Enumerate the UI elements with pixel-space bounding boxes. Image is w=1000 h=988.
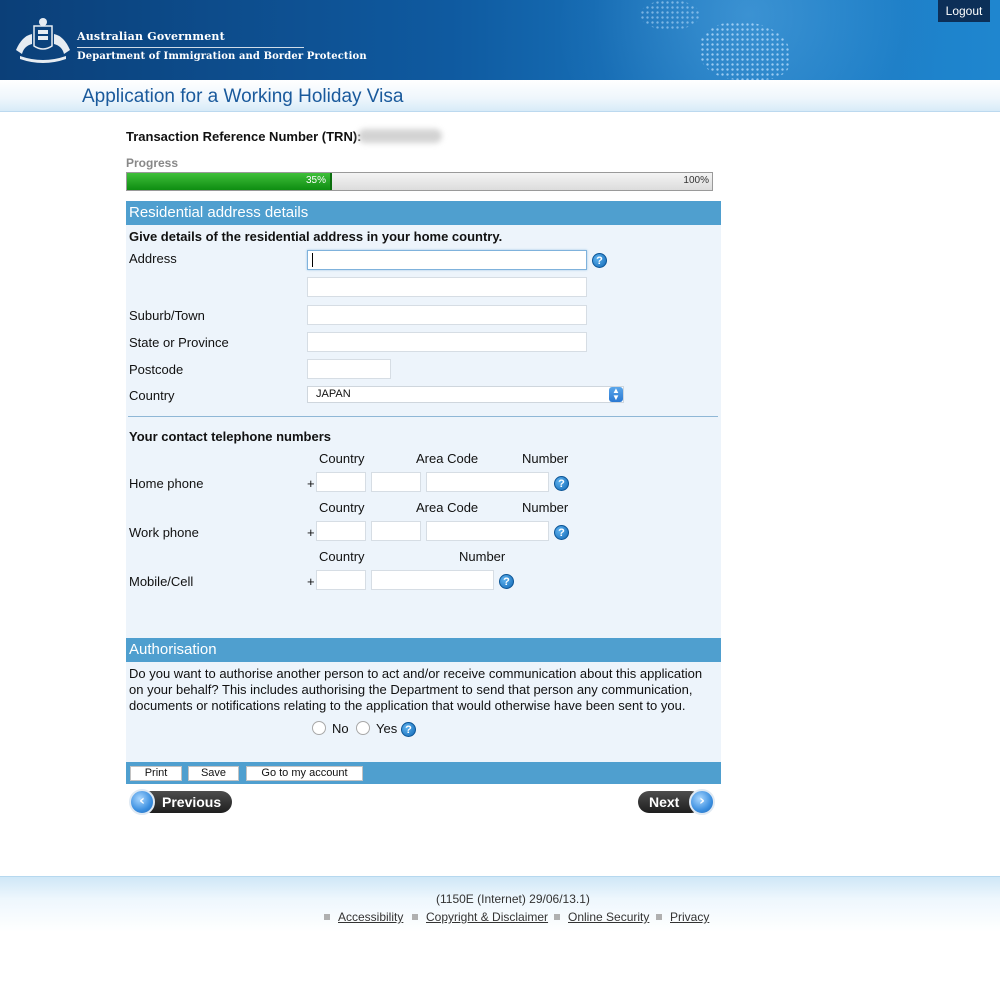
plus-sign: + [307, 574, 315, 589]
state-input[interactable] [307, 332, 587, 352]
home-area-input[interactable] [371, 472, 421, 492]
authorise-yes-label[interactable]: Yes [376, 721, 397, 736]
state-label: State or Province [129, 335, 229, 350]
government-name: Australian Government [77, 30, 225, 43]
home-number-input[interactable] [426, 472, 549, 492]
work-number-input[interactable] [426, 521, 549, 541]
footer-bullet [554, 914, 560, 920]
work-phone-label: Work phone [129, 525, 199, 540]
header-divider [77, 47, 304, 48]
arrow-left-icon[interactable]: ‹ [129, 789, 155, 815]
work-area-input[interactable] [371, 521, 421, 541]
help-icon[interactable]: ? [592, 253, 607, 268]
arrow-right-icon[interactable]: › [689, 789, 715, 815]
text-cursor [312, 253, 313, 267]
help-icon[interactable]: ? [499, 574, 514, 589]
trn-label: Transaction Reference Number (TRN): [126, 129, 362, 144]
country-select-value: JAPAN [316, 388, 351, 400]
help-icon[interactable]: ? [401, 722, 416, 737]
site-header: Australian Government Department of Immi… [0, 0, 1000, 80]
address-line1-input[interactable] [307, 250, 587, 270]
home-number-col: Number [522, 451, 569, 466]
suburb-input[interactable] [307, 305, 587, 325]
go-to-account-button[interactable]: Go to my account [246, 766, 363, 781]
authorisation-question: Do you want to authorise another person … [129, 666, 703, 713]
footer-link-security[interactable]: Online Security [568, 910, 649, 924]
mobile-country-input[interactable] [316, 570, 366, 590]
progress-bar: 35% 100% [126, 172, 713, 191]
authorise-no-radio[interactable] [312, 721, 326, 735]
work-area-col: Area Code [416, 500, 479, 515]
home-phone-label: Home phone [129, 476, 204, 491]
postcode-label: Postcode [129, 362, 184, 377]
progress-value: 35% [306, 175, 327, 186]
postcode-input[interactable] [307, 359, 391, 379]
footer-link-accessibility[interactable]: Accessibility [338, 910, 403, 924]
plus-sign: + [307, 525, 315, 540]
mobile-country-col: Country [319, 549, 365, 564]
country-select[interactable]: JAPAN ▲ ▼ [307, 386, 624, 403]
section-divider [128, 416, 718, 417]
save-button[interactable]: Save [188, 766, 239, 781]
help-icon[interactable]: ? [554, 525, 569, 540]
authorise-yes-radio[interactable] [356, 721, 370, 735]
work-number-col: Number [522, 500, 569, 515]
logout-button[interactable]: Logout [938, 0, 990, 22]
progress-max: 100% [683, 175, 709, 186]
residential-address-heading: Residential address details [126, 201, 721, 225]
home-area-col: Area Code [416, 451, 479, 466]
print-button[interactable]: Print [130, 766, 182, 781]
footer-link-copyright[interactable]: Copyright & Disclaimer [426, 910, 548, 924]
footer-bullet [656, 914, 662, 920]
suburb-label: Suburb/Town [129, 308, 205, 323]
mobile-number-col: Number [459, 549, 506, 564]
page-title: Application for a Working Holiday Visa [82, 86, 404, 107]
select-arrows-icon: ▲ ▼ [609, 387, 623, 402]
phone-heading: Your contact telephone numbers [129, 429, 332, 444]
trn-value-redacted [358, 129, 442, 143]
authorisation-heading: Authorisation [126, 638, 721, 662]
authorise-no-label[interactable]: No [332, 721, 349, 736]
home-country-col: Country [319, 451, 365, 466]
footer-bullet [412, 914, 418, 920]
country-label: Country [129, 388, 175, 403]
address-label: Address [129, 251, 177, 266]
work-country-input[interactable] [316, 521, 366, 541]
footer-link-privacy[interactable]: Privacy [670, 910, 709, 924]
mobile-number-input[interactable] [371, 570, 494, 590]
address-line2-input[interactable] [307, 277, 587, 297]
department-name: Department of Immigration and Border Pro… [77, 51, 367, 62]
map-dots-graphic [640, 0, 700, 30]
footer-bullet [324, 914, 330, 920]
work-country-col: Country [319, 500, 365, 515]
home-country-input[interactable] [316, 472, 366, 492]
progress-fill [127, 173, 332, 190]
help-icon[interactable]: ? [554, 476, 569, 491]
plus-sign: + [307, 476, 315, 491]
address-instruction: Give details of the residential address … [129, 229, 503, 244]
coat-of-arms-icon [16, 18, 70, 63]
footer-version: (1150E (Internet) 29/06/13.1) [436, 892, 590, 906]
progress-label: Progress [126, 156, 179, 170]
mobile-phone-label: Mobile/Cell [129, 574, 194, 589]
